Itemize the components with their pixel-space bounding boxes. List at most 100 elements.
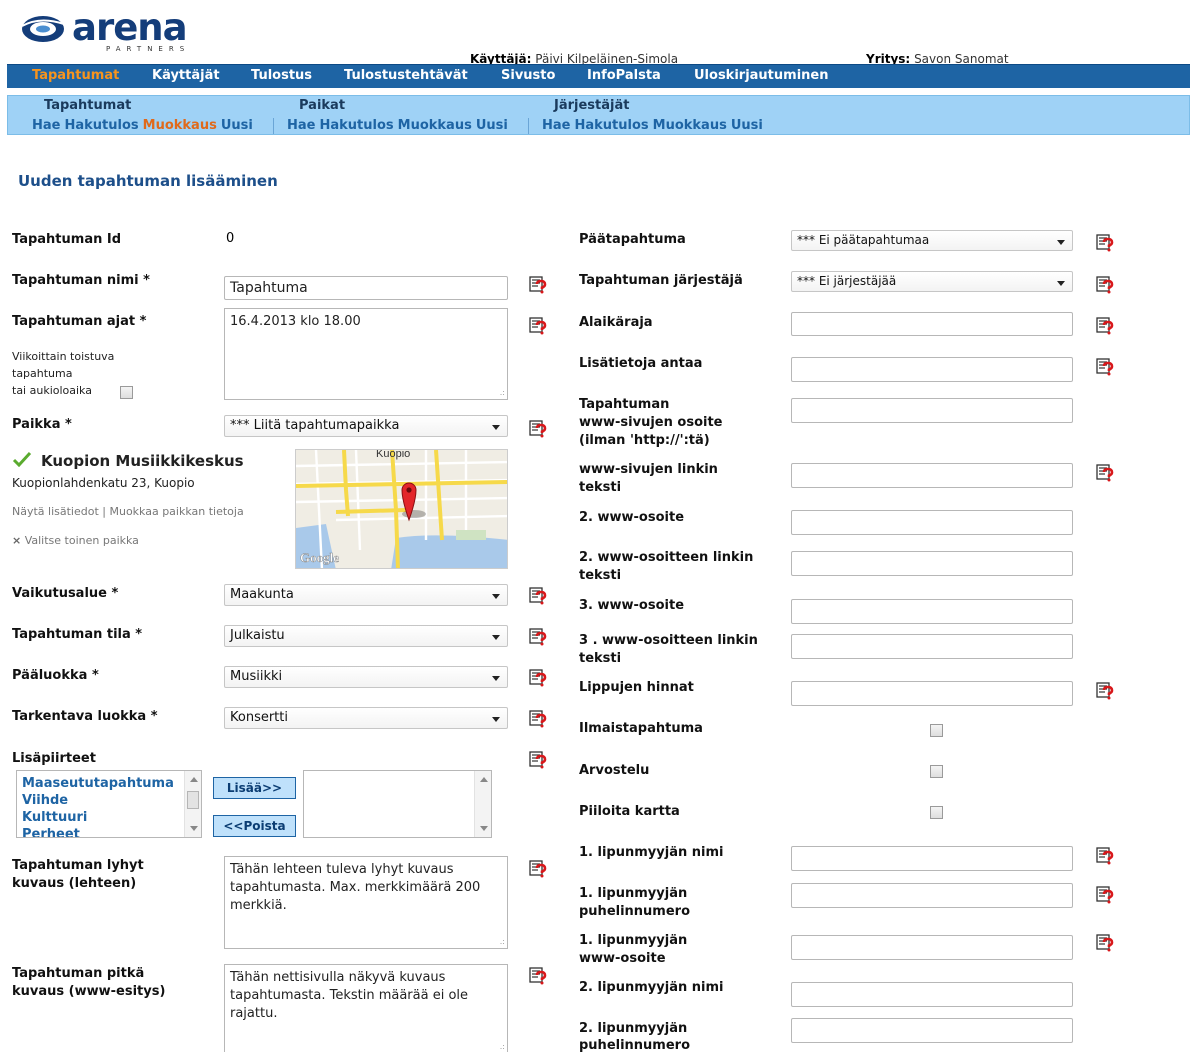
- subcategory-select[interactable]: Konsertti: [224, 707, 508, 729]
- website3-link-text-input[interactable]: [791, 634, 1073, 659]
- hide-map-checkbox[interactable]: [930, 806, 943, 819]
- help-icon[interactable]: [1096, 358, 1114, 376]
- nav-kayttajat[interactable]: Käyttäjät: [152, 68, 220, 83]
- scroll-up-icon[interactable]: [480, 777, 488, 782]
- subnav-hae-jarjestajat[interactable]: Hae: [542, 118, 570, 133]
- google-logo: Google: [300, 550, 339, 565]
- help-icon[interactable]: [529, 628, 547, 646]
- organizer-select[interactable]: *** Ei järjestäjää: [791, 271, 1073, 292]
- nav-sivusto[interactable]: Sivusto: [501, 68, 555, 83]
- checkmark-icon: [12, 451, 32, 467]
- arena-logo[interactable]: arena PARTNERS: [20, 8, 220, 54]
- help-icon[interactable]: [529, 751, 547, 769]
- venue-show-info-link[interactable]: Näytä lisätiedot: [12, 505, 99, 518]
- subnav-hakutulos-paikat[interactable]: Hakutulos: [319, 118, 393, 133]
- scroll-down-icon[interactable]: [480, 826, 488, 831]
- seller1-name-input[interactable]: [791, 846, 1073, 871]
- contact-info-input[interactable]: [791, 357, 1073, 382]
- seller1-www-label-line1: 1. lipunmyyjän: [579, 933, 688, 948]
- subnav-group-tapahtumat: Tapahtumat Hae Hakutulos Muokkaus Uusi: [8, 96, 263, 134]
- remove-feature-button[interactable]: <<Poista: [213, 815, 296, 837]
- help-icon[interactable]: [529, 967, 547, 985]
- help-icon[interactable]: [529, 587, 547, 605]
- features-option[interactable]: Perheet: [17, 826, 201, 837]
- nav-infopalsta[interactable]: InfoPalsta: [587, 68, 661, 83]
- ticket-prices-input[interactable]: [791, 681, 1073, 706]
- event-name-input[interactable]: Tapahtuma: [224, 276, 508, 300]
- subnav-hakutulos-jarjestajat[interactable]: Hakutulos: [574, 118, 648, 133]
- state-select[interactable]: Julkaistu: [224, 625, 508, 647]
- age-limit-input[interactable]: [791, 312, 1073, 336]
- scroll-up-icon[interactable]: [190, 777, 198, 782]
- resize-grip-icon[interactable]: .:: [500, 389, 505, 397]
- features-option[interactable]: Maaseututapahtuma: [17, 775, 201, 792]
- main-event-label: Päätapahtuma: [579, 232, 686, 247]
- list-scrollbar[interactable]: [474, 771, 491, 837]
- help-icon[interactable]: [1096, 886, 1114, 904]
- website3-input[interactable]: [791, 599, 1073, 624]
- area-select[interactable]: Maakunta: [224, 584, 508, 606]
- subnav-muokkaus-paikat[interactable]: Muokkaus: [398, 118, 472, 133]
- place-select[interactable]: *** Liitä tapahtumapaikka: [224, 415, 508, 437]
- venue-edit-link[interactable]: Muokkaa paikkan tietoja: [109, 505, 243, 518]
- help-icon[interactable]: [1096, 464, 1114, 482]
- help-icon[interactable]: [1096, 934, 1114, 952]
- venue-map[interactable]: Kuopio Google: [295, 449, 508, 569]
- help-icon[interactable]: [1096, 317, 1114, 335]
- features-option[interactable]: Kulttuuri: [17, 809, 201, 826]
- help-icon[interactable]: [529, 276, 547, 294]
- seller1-www-input[interactable]: [791, 935, 1073, 960]
- long-desc-label-line2: kuvaus (www-esitys): [12, 984, 166, 999]
- help-icon[interactable]: [529, 710, 547, 728]
- help-icon[interactable]: [1096, 234, 1114, 252]
- free-event-checkbox[interactable]: [930, 724, 943, 737]
- features-selected-list[interactable]: [303, 770, 492, 838]
- subnav-uusi-tapahtumat[interactable]: Uusi: [221, 118, 253, 133]
- subnav-uusi-jarjestajat[interactable]: Uusi: [731, 118, 763, 133]
- resize-grip-icon[interactable]: .:: [500, 1043, 505, 1051]
- help-icon[interactable]: [529, 860, 547, 878]
- event-times-textarea[interactable]: 16.4.2013 klo 18.00 .:: [224, 308, 508, 400]
- list-scrollbar[interactable]: [184, 771, 201, 837]
- long-desc-textarea[interactable]: Tähän nettisivulla näkyvä kuvaus tapahtu…: [224, 964, 508, 1052]
- choose-other-place-link[interactable]: × Valitse toinen paikka: [12, 534, 139, 547]
- short-desc-textarea[interactable]: Tähän lehteen tuleva lyhyt kuvaus tapaht…: [224, 856, 508, 949]
- seller1-phone-input[interactable]: [791, 883, 1073, 908]
- scroll-down-icon[interactable]: [190, 826, 198, 831]
- category-select[interactable]: Musiikki: [224, 666, 508, 688]
- website-link-text-input[interactable]: [791, 463, 1073, 488]
- nav-tulostus[interactable]: Tulostus: [251, 68, 312, 83]
- nav-uloskirjautuminen[interactable]: Uloskirjautuminen: [694, 68, 828, 83]
- category-label: Pääluokka *: [12, 668, 99, 683]
- resize-grip-icon[interactable]: .:: [500, 938, 505, 946]
- help-icon[interactable]: [1096, 847, 1114, 865]
- subcategory-label: Tarkentava luokka *: [12, 709, 158, 724]
- website2-input[interactable]: [791, 510, 1073, 535]
- subnav-uusi-paikat[interactable]: Uusi: [476, 118, 508, 133]
- website2-link-text-input[interactable]: [791, 551, 1073, 576]
- help-icon[interactable]: [1096, 276, 1114, 294]
- subnav-muokkaus-tapahtumat[interactable]: Muokkaus: [143, 118, 217, 133]
- nav-tulostustehtavat[interactable]: Tulostustehtävät: [344, 68, 468, 83]
- seller2-name-input[interactable]: [791, 982, 1073, 1007]
- add-feature-button[interactable]: Lisää>>: [213, 777, 296, 799]
- main-event-select[interactable]: *** Ei päätapahtumaa: [791, 230, 1073, 251]
- website3-label: 3. www-osoite: [579, 598, 685, 613]
- review-checkbox[interactable]: [930, 765, 943, 778]
- help-icon[interactable]: [529, 317, 547, 335]
- website2-label: 2. www-osoite: [579, 510, 685, 525]
- features-available-list[interactable]: Maaseututapahtuma Viihde Kulttuuri Perhe…: [16, 770, 202, 838]
- subnav-hae-tapahtumat[interactable]: Hae: [32, 118, 60, 133]
- features-option[interactable]: Viihde: [17, 792, 201, 809]
- subnav-hakutulos-tapahtumat[interactable]: Hakutulos: [64, 118, 138, 133]
- recurring-checkbox[interactable]: [120, 386, 133, 399]
- subnav-muokkaus-jarjestajat[interactable]: Muokkaus: [653, 118, 727, 133]
- help-icon[interactable]: [529, 420, 547, 438]
- help-icon[interactable]: [1096, 682, 1114, 700]
- website-input[interactable]: [791, 398, 1073, 423]
- seller2-phone-input[interactable]: [791, 1018, 1073, 1043]
- subnav-hae-paikat[interactable]: Hae: [287, 118, 315, 133]
- nav-tapahtumat[interactable]: Tapahtumat: [32, 68, 119, 83]
- scrollbar-thumb[interactable]: [187, 791, 199, 809]
- help-icon[interactable]: [529, 669, 547, 687]
